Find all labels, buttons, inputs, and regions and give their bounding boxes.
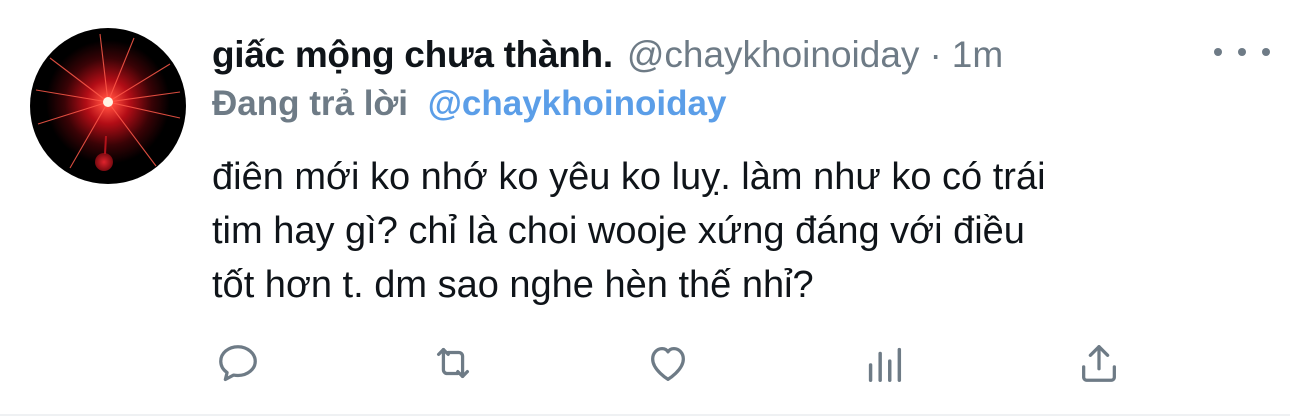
- tweet-text-line: điên mới ko nhớ ko yêu ko luỵ. làm như k…: [212, 156, 1046, 198]
- analytics-icon: [868, 347, 902, 382]
- avatar[interactable]: [30, 28, 186, 184]
- retweet-icon: [436, 347, 470, 379]
- like-button[interactable]: [640, 335, 696, 391]
- user-handle[interactable]: @chaykhoinoiday: [627, 34, 920, 76]
- separator-dot: ·: [929, 34, 942, 75]
- heart-icon: [651, 346, 685, 381]
- analytics-button[interactable]: [856, 335, 912, 391]
- tweet-text-line: tim hay gì? chỉ là choi wooje xứng đáng …: [212, 210, 1025, 252]
- action-bar: [0, 335, 1290, 395]
- tweet: giấc mộng chưa thành. @chaykhoinoiday · …: [0, 0, 1290, 416]
- display-name[interactable]: giấc mộng chưa thành.: [212, 34, 613, 76]
- tweet-text: điên mới ko nhớ ko yêu ko luỵ. làm như k…: [212, 150, 1252, 312]
- reply-button[interactable]: [210, 335, 266, 391]
- timestamp[interactable]: 1m: [952, 34, 1003, 76]
- retweet-button[interactable]: [425, 335, 481, 391]
- replying-to-label: Đang trả lời: [212, 84, 409, 123]
- avatar-image: [30, 28, 186, 184]
- share-icon: [1082, 345, 1116, 382]
- replying-to-handle[interactable]: @chaykhoinoiday: [428, 84, 727, 123]
- more-dots-icon[interactable]: [1214, 34, 1270, 70]
- share-button[interactable]: [1071, 335, 1127, 391]
- tweet-text-line: tốt hơn t. dm sao nghe hèn thế nhỉ?: [212, 264, 814, 306]
- reply-icon: [219, 345, 257, 382]
- tweet-header: giấc mộng chưa thành. @chaykhoinoiday · …: [212, 30, 1270, 80]
- replying-to: Đang trả lời @chaykhoinoiday: [212, 84, 726, 124]
